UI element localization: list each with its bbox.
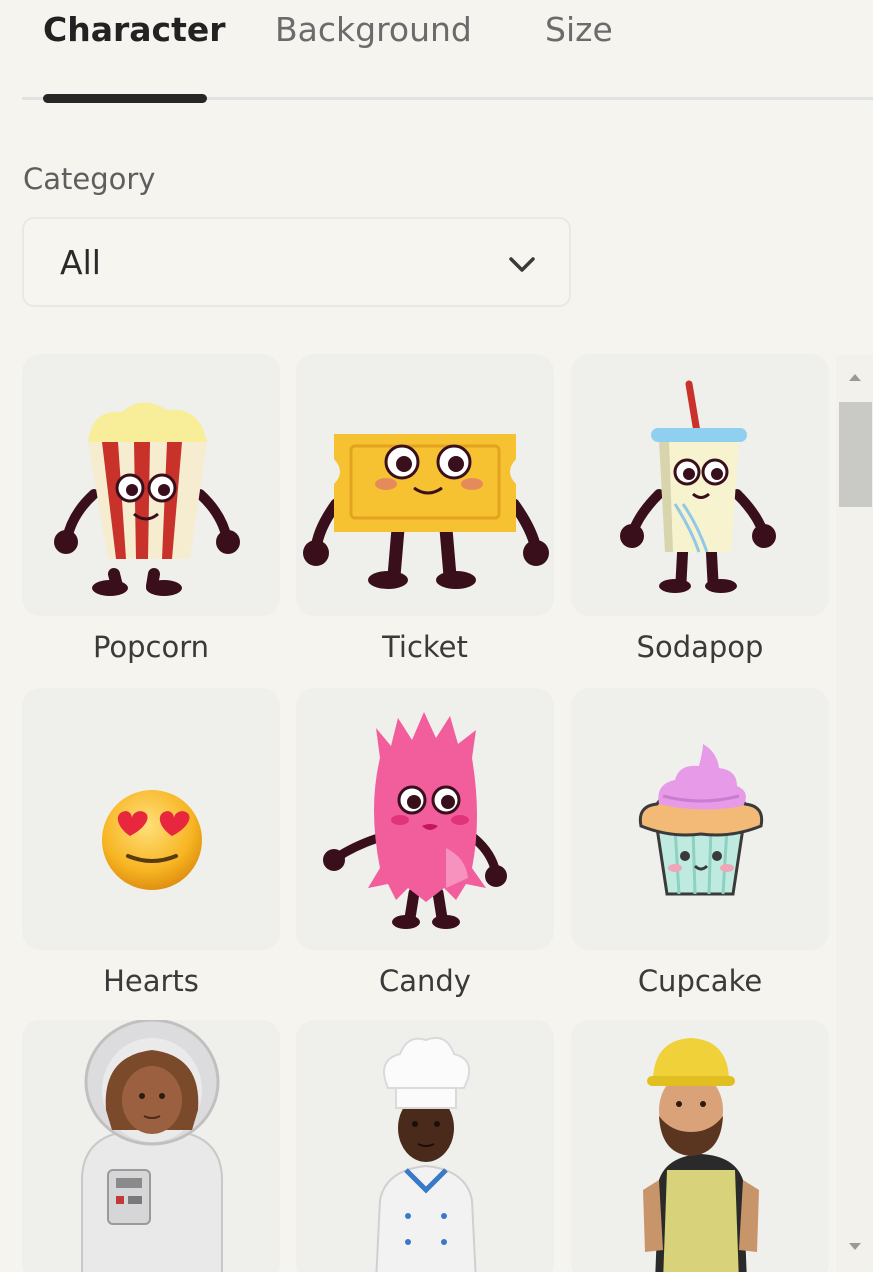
cupcake-character-icon <box>638 744 764 896</box>
scroll-up-arrow-icon[interactable] <box>846 369 864 385</box>
scrollbar-thumb[interactable] <box>839 402 872 507</box>
ticket-character-icon <box>303 434 549 589</box>
active-tab-indicator <box>43 94 207 103</box>
character-card-construction-worker[interactable] <box>571 1020 829 1272</box>
tab-size[interactable]: Size <box>545 10 613 50</box>
category-label: Category <box>23 162 156 196</box>
character-name: Cupcake <box>637 964 763 998</box>
character-card-sodapop[interactable]: Sodapop <box>571 354 829 664</box>
astronaut-character-icon <box>81 1020 223 1272</box>
character-card-candy[interactable]: Candy <box>296 688 554 998</box>
character-thumbnail <box>571 1020 829 1272</box>
tab-background[interactable]: Background <box>275 10 472 50</box>
character-name: Hearts <box>103 964 199 998</box>
popcorn-character-icon <box>54 402 240 596</box>
character-thumbnail <box>22 688 280 950</box>
character-name: Sodapop <box>636 630 764 664</box>
character-thumbnail <box>22 1020 280 1272</box>
character-card-cupcake[interactable]: Cupcake <box>571 688 829 998</box>
character-thumbnail <box>22 354 280 616</box>
character-card-ticket[interactable]: Ticket <box>296 354 554 664</box>
character-name: Ticket <box>382 630 468 664</box>
character-thumbnail <box>571 688 829 950</box>
tab-character[interactable]: Character <box>43 10 226 50</box>
category-select[interactable]: All <box>22 217 571 307</box>
character-card-astronaut[interactable] <box>22 1020 280 1272</box>
character-grid-scrollbar[interactable] <box>836 355 873 1272</box>
character-grid: Popcorn Ticket Sodapop Hearts Candy Cupc… <box>0 352 835 1272</box>
character-thumbnail <box>296 688 554 950</box>
heart-eyes-emoji-icon <box>102 790 202 890</box>
tab-bar: Character Background Size <box>0 0 873 110</box>
character-thumbnail <box>296 354 554 616</box>
construction-worker-character-icon <box>643 1038 759 1272</box>
character-card-hearts[interactable]: Hearts <box>22 688 280 998</box>
character-name: Candy <box>379 964 471 998</box>
candy-character-icon <box>323 712 507 929</box>
character-card-chef[interactable] <box>296 1020 554 1272</box>
chevron-down-icon <box>509 257 535 272</box>
character-thumbnail <box>296 1020 554 1272</box>
character-thumbnail <box>571 354 829 616</box>
sodapop-character-icon <box>620 380 776 593</box>
character-card-popcorn[interactable]: Popcorn <box>22 354 280 664</box>
chef-character-icon <box>375 1036 477 1272</box>
character-name: Popcorn <box>92 630 210 664</box>
scroll-down-arrow-icon[interactable] <box>846 1239 864 1255</box>
category-selected-value: All <box>60 243 101 282</box>
